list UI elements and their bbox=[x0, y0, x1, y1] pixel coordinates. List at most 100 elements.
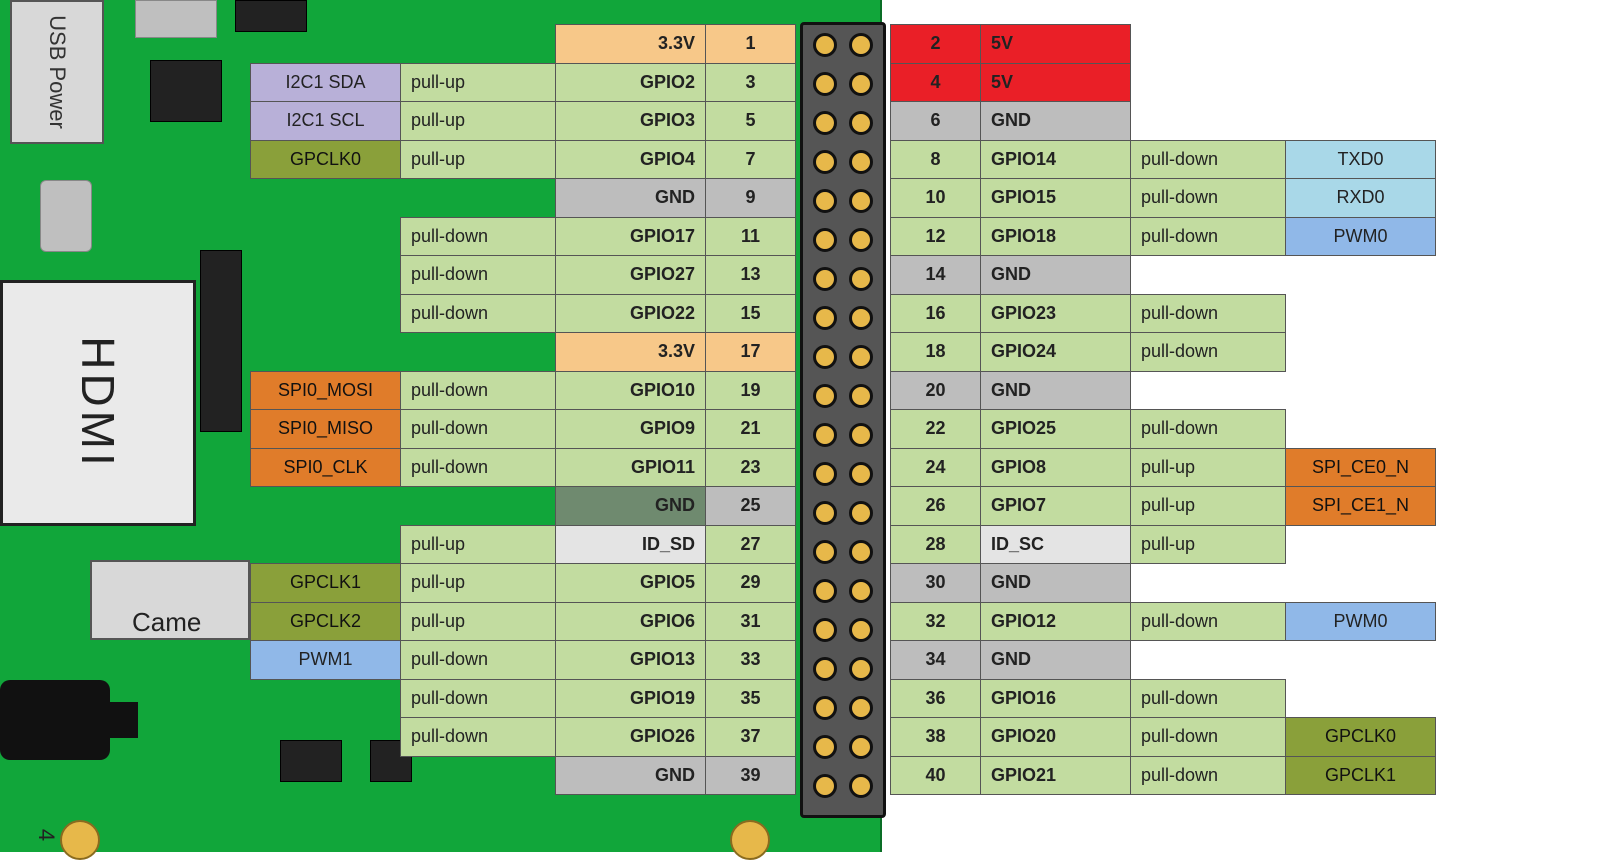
left-pin-row: 3.3V1 bbox=[251, 25, 796, 64]
pin-alt bbox=[251, 256, 401, 295]
hdmi-label: HDMI bbox=[71, 336, 125, 470]
pin-number: 2 bbox=[891, 25, 981, 64]
camera-connector: Came bbox=[90, 560, 250, 640]
pin-pull: pull-down bbox=[1131, 756, 1286, 795]
right-pin-row: 12GPIO18pull-downPWM0 bbox=[891, 217, 1436, 256]
pin-pull: pull-up bbox=[1131, 525, 1286, 564]
right-pin-row: 14GND bbox=[891, 256, 1436, 295]
pin-alt: GPCLK0 bbox=[1286, 718, 1436, 757]
pin-pull: pull-up bbox=[401, 564, 556, 603]
pin-gpio: 5V bbox=[981, 25, 1131, 64]
pin-pull bbox=[401, 25, 556, 64]
pin-alt bbox=[1286, 679, 1436, 718]
left-pin-row: I2C1 SCLpull-upGPIO35 bbox=[251, 102, 796, 141]
pin-number: 28 bbox=[891, 525, 981, 564]
left-pin-row: 3.3V17 bbox=[251, 333, 796, 372]
left-pin-row: GND25 bbox=[251, 487, 796, 526]
pin-pull: pull-up bbox=[401, 63, 556, 102]
pin-gpio: GPIO15 bbox=[981, 179, 1131, 218]
pin-pull bbox=[401, 487, 556, 526]
pin-pull: pull-down bbox=[1131, 410, 1286, 449]
right-pin-row: 34GND bbox=[891, 641, 1436, 680]
pin-number: 22 bbox=[891, 410, 981, 449]
left-pin-row: pull-downGPIO1935 bbox=[251, 679, 796, 718]
right-pin-row: 22GPIO25pull-down bbox=[891, 410, 1436, 449]
camera-label: Came bbox=[132, 607, 201, 638]
pin-gpio: GPIO2 bbox=[556, 63, 706, 102]
pin-alt: GPCLK0 bbox=[251, 140, 401, 179]
pin-pull bbox=[1131, 564, 1286, 603]
left-pin-row: PWM1pull-downGPIO1333 bbox=[251, 641, 796, 680]
pin-alt bbox=[1286, 256, 1436, 295]
right-pin-row: 16GPIO23pull-down bbox=[891, 294, 1436, 333]
left-pin-row: GND9 bbox=[251, 179, 796, 218]
pin-number: 12 bbox=[891, 217, 981, 256]
pin-pull: pull-down bbox=[401, 641, 556, 680]
right-pin-row: 40GPIO21pull-downGPCLK1 bbox=[891, 756, 1436, 795]
pin-pull: pull-down bbox=[401, 448, 556, 487]
pin-number: 20 bbox=[891, 371, 981, 410]
pin-alt: PWM0 bbox=[1286, 602, 1436, 641]
left-pin-row: GPCLK0pull-upGPIO47 bbox=[251, 140, 796, 179]
pin-pull: pull-down bbox=[401, 679, 556, 718]
pin-pull: pull-down bbox=[1131, 294, 1286, 333]
pin-gpio: GPIO3 bbox=[556, 102, 706, 141]
right-pin-row: 25V bbox=[891, 25, 1436, 64]
left-pin-row: GPCLK2pull-upGPIO631 bbox=[251, 602, 796, 641]
pin-number: 35 bbox=[706, 679, 796, 718]
right-pin-row: 45V bbox=[891, 63, 1436, 102]
pin-pull bbox=[401, 179, 556, 218]
pin-pull: pull-up bbox=[401, 525, 556, 564]
page-number: 4 bbox=[33, 829, 59, 841]
gpio-pin-header bbox=[800, 22, 886, 818]
pin-number: 29 bbox=[706, 564, 796, 603]
pin-alt: SPI0_MISO bbox=[251, 410, 401, 449]
pin-gpio: GND bbox=[981, 564, 1131, 603]
pin-pull: pull-down bbox=[1131, 679, 1286, 718]
pin-number: 17 bbox=[706, 333, 796, 372]
pin-pull bbox=[1131, 256, 1286, 295]
pin-alt: I2C1 SDA bbox=[251, 63, 401, 102]
pin-number: 21 bbox=[706, 410, 796, 449]
pin-number: 19 bbox=[706, 371, 796, 410]
pin-gpio: GPIO18 bbox=[981, 217, 1131, 256]
pin-gpio: GPIO14 bbox=[981, 140, 1131, 179]
pin-alt: PWM0 bbox=[1286, 217, 1436, 256]
pin-alt bbox=[1286, 641, 1436, 680]
pin-gpio: GND bbox=[556, 179, 706, 218]
pin-pull bbox=[1131, 63, 1286, 102]
pin-alt bbox=[1286, 371, 1436, 410]
pin-pull: pull-down bbox=[401, 371, 556, 410]
left-pin-row: pull-downGPIO2637 bbox=[251, 718, 796, 757]
pin-alt: RXD0 bbox=[1286, 179, 1436, 218]
pin-pull: pull-up bbox=[401, 102, 556, 141]
pin-gpio: GND bbox=[981, 102, 1131, 141]
pin-alt bbox=[1286, 333, 1436, 372]
pin-gpio: GPIO19 bbox=[556, 679, 706, 718]
pin-number: 27 bbox=[706, 525, 796, 564]
pin-pull: pull-down bbox=[401, 410, 556, 449]
pin-pull: pull-down bbox=[401, 294, 556, 333]
pin-gpio: GPIO20 bbox=[981, 718, 1131, 757]
pin-alt bbox=[251, 217, 401, 256]
pin-number: 6 bbox=[891, 102, 981, 141]
pin-alt: GPCLK2 bbox=[251, 602, 401, 641]
pin-pull: pull-up bbox=[1131, 448, 1286, 487]
pin-pull: pull-down bbox=[401, 217, 556, 256]
pin-gpio: GND bbox=[981, 371, 1131, 410]
pin-number: 10 bbox=[891, 179, 981, 218]
right-pin-row: 30GND bbox=[891, 564, 1436, 603]
pin-alt: I2C1 SCL bbox=[251, 102, 401, 141]
pin-alt bbox=[1286, 564, 1436, 603]
right-pin-row: 28ID_SCpull-up bbox=[891, 525, 1436, 564]
pin-pull: pull-up bbox=[1131, 487, 1286, 526]
pin-gpio: ID_SC bbox=[981, 525, 1131, 564]
pin-pull bbox=[401, 333, 556, 372]
pin-pull: pull-up bbox=[401, 140, 556, 179]
right-pin-row: 10GPIO15pull-downRXD0 bbox=[891, 179, 1436, 218]
pin-pull bbox=[1131, 641, 1286, 680]
pin-number: 31 bbox=[706, 602, 796, 641]
left-pin-row: pull-downGPIO2215 bbox=[251, 294, 796, 333]
pin-number: 14 bbox=[891, 256, 981, 295]
pin-gpio: GPIO23 bbox=[981, 294, 1131, 333]
